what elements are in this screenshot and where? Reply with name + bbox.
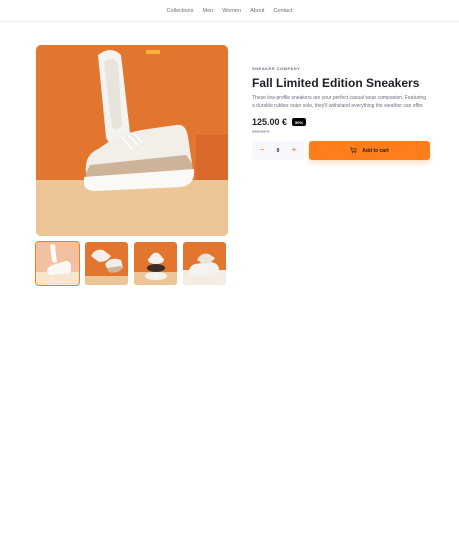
product-description: These low-profile sneakers are your perf… (252, 95, 426, 109)
thumbnail-3[interactable] (134, 242, 177, 285)
price-row: 125.00 € 50% (252, 117, 430, 127)
product-title: Fall Limited Edition Sneakers (252, 76, 420, 90)
nav-link-about[interactable]: About (250, 8, 264, 14)
sneaker-photo (36, 45, 228, 236)
decrease-quantity-button[interactable]: − (260, 147, 264, 154)
cart-icon (350, 147, 357, 154)
thumbnail-image-1 (36, 242, 79, 285)
thumbnail-image-2 (85, 242, 128, 285)
main-product-image[interactable] (36, 45, 228, 236)
quantity-value: 0 (276, 147, 280, 154)
original-price: 250.00 € (252, 129, 270, 134)
thumbnail-4[interactable] (183, 242, 226, 285)
thumbnail-2[interactable] (85, 242, 128, 285)
thumbnail-image-4 (183, 242, 226, 285)
nav-link-collections[interactable]: Collections (167, 8, 194, 14)
quantity-stepper: − 0 + (252, 141, 304, 160)
thumbnail-strip (35, 241, 228, 286)
main-nav: Collections Men Women About Contact (0, 0, 459, 22)
add-to-cart-button[interactable]: Add to cart (309, 141, 430, 160)
current-price: 125.00 € (252, 117, 288, 127)
company-name: SNEAKER COMPANY (252, 66, 301, 71)
thumbnail-1[interactable] (35, 241, 80, 286)
discount-badge: 50% (292, 118, 307, 126)
nav-link-men[interactable]: Men (203, 8, 214, 14)
nav-link-contact[interactable]: Contact (273, 8, 292, 14)
add-to-cart-label: Add to cart (362, 147, 389, 154)
purchase-actions: − 0 + Add to cart (252, 141, 430, 160)
nav-link-women[interactable]: Women (222, 8, 241, 14)
product-details: SNEAKER COMPANY Fall Limited Edition Sne… (252, 66, 430, 160)
thumbnail-image-3 (134, 242, 177, 285)
increase-quantity-button[interactable]: + (292, 147, 296, 154)
product-gallery (35, 45, 228, 286)
